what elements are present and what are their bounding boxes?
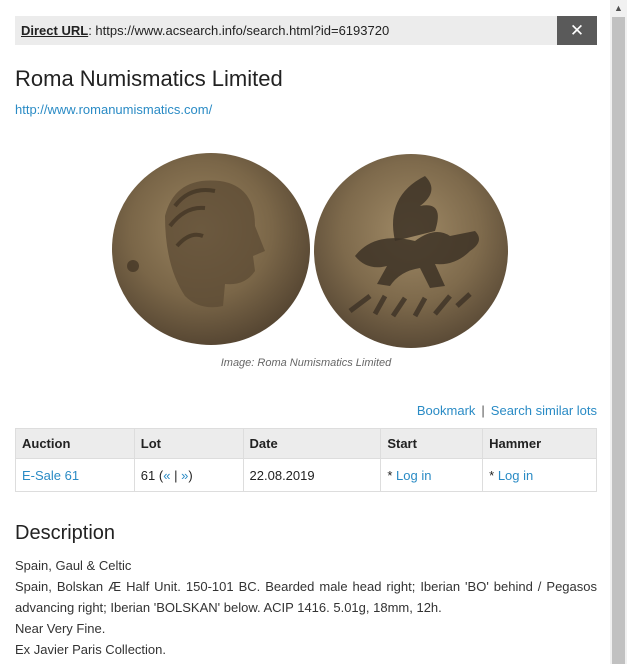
previous-lot-link[interactable]: « [163,468,170,483]
auction-house-website-link[interactable]: http://www.romanumismatics.com/ [15,102,212,117]
start-star: * [387,467,393,483]
direct-url-value[interactable]: https://www.acsearch.info/search.html?id… [95,23,389,38]
column-header-lot: Lot [133,428,244,459]
hammer-login-link[interactable]: Log in [498,468,533,483]
coin-obverse [112,153,310,345]
direct-url-bar: Direct URL: https://www.acsearch.info/se… [15,16,597,45]
column-header-hammer: Hammer [482,428,597,459]
hammer-cell: * Log in [482,458,597,492]
actions-separator: | [481,403,485,418]
close-button[interactable]: ✕ [557,16,597,45]
lot-cell: 61 (« | ») [133,458,244,492]
start-login-link[interactable]: Log in [396,468,431,483]
image-caption: Image: Roma Numismatics Limited [220,357,392,369]
description-line: Near Very Fine. [15,621,106,636]
coin-reverse [314,154,508,348]
hammer-star: * [489,467,495,483]
description-line: Spain, Gaul & Celtic [15,558,132,573]
scrollbar-thumb[interactable] [612,17,625,664]
description-line: Spain, Bolskan Æ Half Unit. 150-101 BC. … [15,579,597,615]
bookmark-link[interactable]: Bookmark [417,403,476,418]
table-row: E-Sale 61 61 (« | ») 22.08.2019 * Log in… [15,458,597,492]
column-header-start: Start [380,428,484,459]
column-header-date: Date [242,428,382,459]
scroll-up-arrow-icon[interactable]: ▲ [610,0,627,17]
lot-info-table: Auction Lot Date Start Hammer E-Sale 61 … [15,428,597,492]
start-cell: * Log in [380,458,484,492]
auction-cell: E-Sale 61 [15,458,135,492]
lot-paren-close: ) [188,467,193,483]
vertical-scrollbar[interactable]: ▲ [610,0,627,664]
description-heading: Description [15,522,116,544]
description-body: Spain, Gaul & Celtic Spain, Bolskan Æ Ha… [15,555,597,660]
description-line: Ex Javier Paris Collection. [15,642,166,657]
auction-link[interactable]: E-Sale 61 [22,468,79,483]
column-header-auction: Auction [15,428,135,459]
lot-number: 61 [140,467,156,483]
lot-nav-separator: | [174,467,178,483]
date-cell: 22.08.2019 [242,458,382,492]
table-header-row: Auction Lot Date Start Hammer [15,428,597,459]
lot-actions: Bookmark | Search similar lots [417,403,597,418]
direct-url-label: Direct URL [21,23,89,38]
coin-photo[interactable] [105,146,510,351]
search-similar-lots-link[interactable]: Search similar lots [491,403,597,418]
auction-house-title: Roma Numismatics Limited [15,66,283,91]
